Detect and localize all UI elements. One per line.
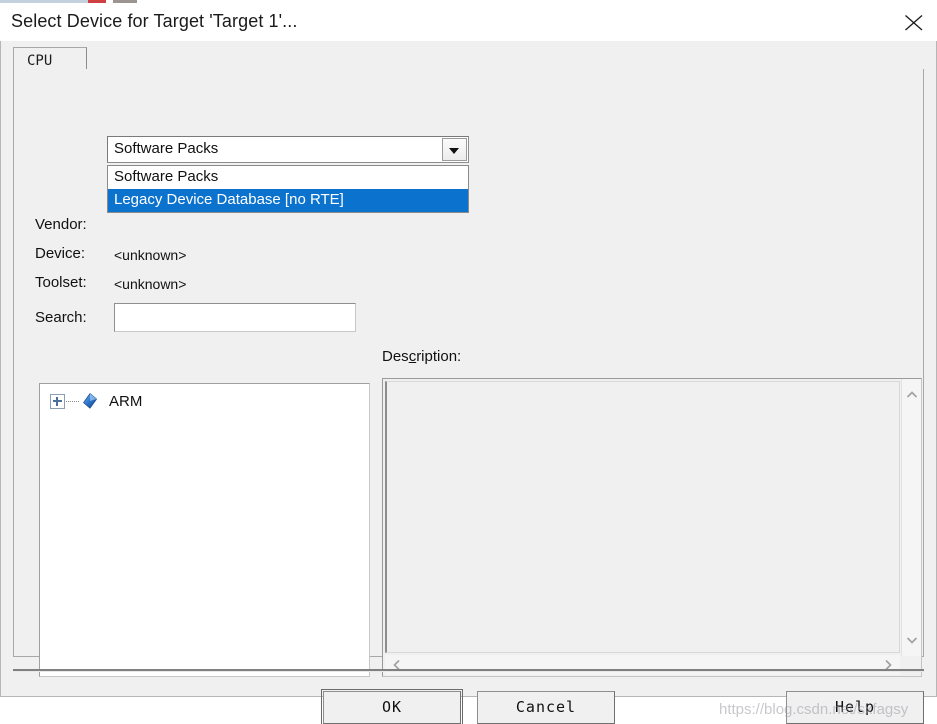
close-button[interactable]	[891, 3, 937, 41]
toolset-label: Toolset:	[35, 274, 87, 291]
tab-page-cpu: Software Packs Software Packs Legacy Dev…	[13, 69, 924, 677]
help-button[interactable]: Help	[786, 691, 924, 724]
description-horizontal-scrollbar[interactable]	[385, 655, 900, 675]
chevron-up-icon	[906, 391, 918, 398]
device-tree-panel[interactable]: ARM	[39, 383, 370, 677]
title-bar: Select Device for Target 'Target 1'...	[0, 3, 937, 41]
device-database-combo-value: Software Packs	[114, 140, 219, 157]
tree-item-arm[interactable]: ARM	[50, 391, 142, 411]
dialog-client-area: CPU Software Packs Software Packs Legacy…	[0, 41, 937, 724]
description-panel	[382, 378, 922, 677]
window-title: Select Device for Target 'Target 1'...	[11, 11, 298, 31]
chevron-right-icon	[885, 659, 892, 671]
scroll-up-button[interactable]	[902, 385, 922, 405]
vendor-label: Vendor:	[35, 216, 87, 233]
device-label: Device:	[35, 245, 86, 262]
device-value: <unknown>	[114, 247, 187, 263]
tree-item-label: ARM	[109, 392, 143, 410]
chevron-left-icon	[393, 659, 400, 671]
scroll-down-button[interactable]	[902, 630, 922, 650]
device-database-combo[interactable]: Software Packs	[107, 136, 469, 163]
description-label: Description:	[382, 348, 461, 365]
scroll-right-button[interactable]	[878, 655, 898, 675]
blue-diamond-icon	[83, 393, 97, 409]
footer-separator	[13, 669, 924, 672]
description-label-prefix: Des	[382, 348, 409, 365]
ok-button[interactable]: OK	[321, 689, 463, 724]
device-database-dropdown-list[interactable]: Software Packs Legacy Device Database [n…	[107, 165, 469, 213]
plus-box-icon[interactable]	[50, 393, 65, 409]
toolset-value: <unknown>	[114, 276, 187, 292]
select-device-dialog: Select Device for Target 'Target 1'... C…	[0, 3, 937, 724]
close-icon	[905, 15, 923, 31]
device-database-combo-arrow-button[interactable]	[442, 138, 467, 161]
search-input[interactable]	[114, 303, 356, 332]
description-label-suffix: ription:	[416, 348, 462, 365]
dropdown-option-legacy-device-database[interactable]: Legacy Device Database [no RTE]	[108, 189, 468, 212]
search-label: Search:	[35, 309, 87, 326]
chevron-down-icon	[449, 148, 459, 154]
dropdown-option-software-packs[interactable]: Software Packs	[108, 166, 468, 189]
tree-connector-line	[66, 400, 80, 402]
chevron-down-icon	[906, 637, 918, 644]
description-vertical-scrollbar[interactable]	[901, 379, 921, 656]
cancel-button[interactable]: Cancel	[477, 691, 615, 724]
description-text[interactable]	[385, 381, 900, 653]
scroll-left-button[interactable]	[387, 655, 407, 675]
